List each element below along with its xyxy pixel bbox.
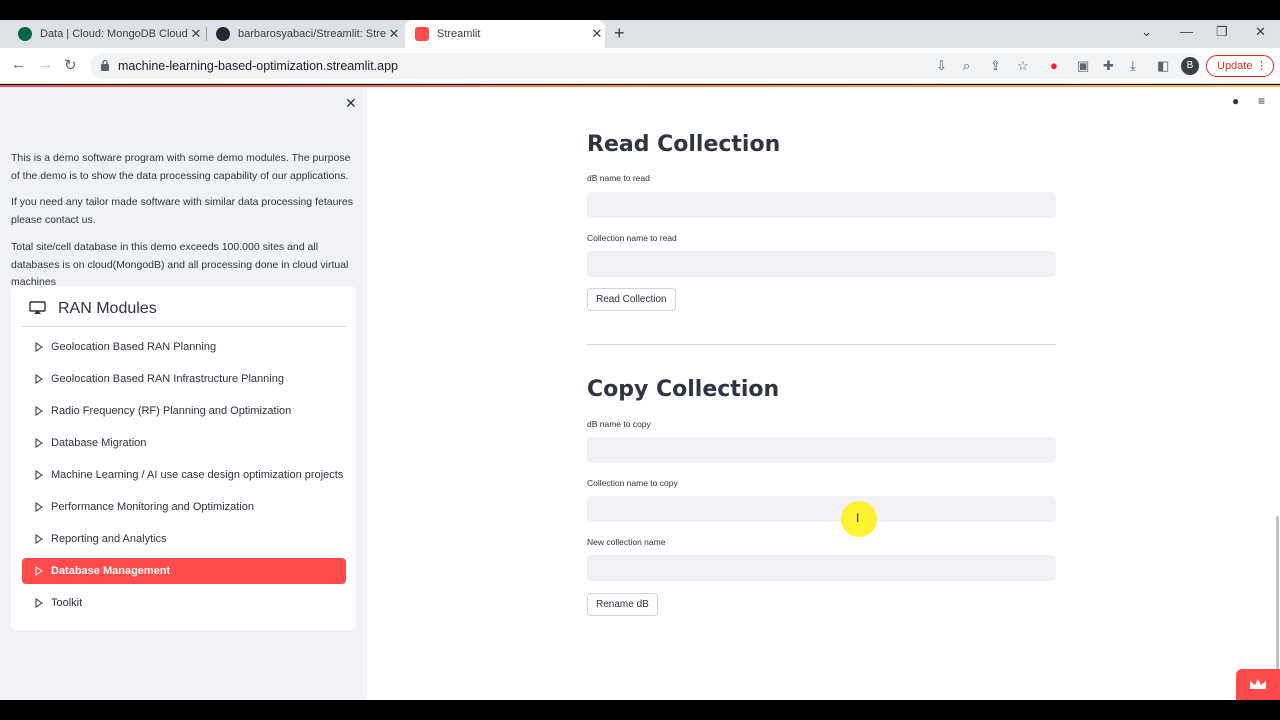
play-triangle-icon: [35, 502, 43, 512]
close-icon[interactable]: ✕: [188, 26, 204, 42]
text-cursor-icon: I: [856, 511, 860, 525]
menu-item-label: Database Management: [51, 565, 171, 577]
scrollbar-thumb[interactable]: [1276, 516, 1279, 671]
menu-item-geolocation-infrastructure[interactable]: Geolocation Based RAN Infrastructure Pla…: [22, 366, 346, 392]
read-collection-heading: Read Collection: [587, 132, 781, 157]
menu-item-reporting-analytics[interactable]: Reporting and Analytics: [22, 526, 346, 552]
play-triangle-icon: [35, 406, 43, 416]
browser-toolbar: ← → ↻ machine-learning-based-optimizatio…: [0, 48, 1280, 84]
restore-icon[interactable]: ❐: [1216, 24, 1228, 40]
play-triangle-icon: [35, 342, 43, 352]
menu-item-machine-learning[interactable]: Machine Learning / AI use case design op…: [22, 462, 346, 488]
play-triangle-icon: [35, 470, 43, 480]
menu-item-toolkit[interactable]: Toolkit: [22, 590, 346, 616]
tab-title: Streamlit: [437, 28, 481, 40]
menu-item-database-migration[interactable]: Database Migration: [22, 430, 346, 456]
sidebar-database-text: Total site/cell database in this demo ex…: [11, 241, 349, 288]
menu-item-label: Geolocation Based RAN Infrastructure Pla…: [51, 373, 284, 385]
ran-modules-menu: RAN Modules Geolocation Based RAN Planni…: [11, 286, 356, 630]
rename-db-button[interactable]: Rename dB: [587, 593, 658, 616]
play-triangle-icon: [35, 566, 43, 576]
back-icon[interactable]: ←: [11, 56, 26, 73]
collection-name-read-label: Collection name to read: [587, 233, 677, 243]
sidebar: ✕ This is a demo software program with s…: [0, 87, 367, 700]
play-triangle-icon: [35, 598, 43, 608]
streamlit-app: ✕ This is a demo software program with s…: [0, 85, 1280, 700]
hamburger-menu-icon[interactable]: ≡: [1258, 94, 1265, 108]
copy-collection-heading: Copy Collection: [587, 377, 780, 402]
db-name-copy-label: dB name to copy: [587, 419, 651, 429]
sidebar-intro-text: This is a demo software program with som…: [11, 152, 351, 182]
menu-item-label: Geolocation Based RAN Planning: [51, 341, 217, 353]
tab-github[interactable]: barbarosyabaci/Streamlit: Stream ✕: [206, 20, 402, 48]
tab-mongodb[interactable]: Data | Cloud: MongoDB Cloud ✕: [8, 20, 204, 48]
zoom-icon[interactable]: ⌕: [963, 58, 970, 74]
side-panel-icon[interactable]: ◧: [1157, 58, 1169, 74]
forward-icon[interactable]: →: [38, 56, 53, 73]
play-triangle-icon: [35, 374, 43, 384]
db-name-read-input[interactable]: [587, 192, 1056, 218]
minimize-icon[interactable]: —: [1180, 24, 1193, 39]
airplay-icon: [29, 301, 46, 314]
menu-item-database-management[interactable]: Database Management: [22, 558, 346, 584]
menu-item-label: Performance Monitoring and Optimization: [51, 501, 254, 513]
browser-tab-strip: Data | Cloud: MongoDB Cloud ✕ barbarosya…: [0, 20, 1280, 48]
crown-icon: [1250, 679, 1266, 689]
update-label: Update: [1217, 60, 1253, 72]
play-triangle-icon: [35, 438, 43, 448]
menu-divider: [22, 326, 346, 327]
close-icon[interactable]: ✕: [386, 26, 402, 42]
mongodb-leaf-icon: [18, 27, 32, 41]
menu-item-label: Radio Frequency (RF) Planning and Optimi…: [51, 405, 292, 417]
share-icon[interactable]: ⇪: [990, 58, 1001, 74]
new-tab-icon[interactable]: +: [614, 24, 625, 42]
screen-letterbox-bottom: [0, 700, 1280, 720]
menu-item-geolocation-ran-planning[interactable]: Geolocation Based RAN Planning: [22, 334, 346, 360]
install-app-icon[interactable]: ⇩: [936, 58, 947, 74]
menu-item-label: Machine Learning / AI use case design op…: [51, 469, 344, 481]
tab-streamlit[interactable]: Streamlit ✕: [405, 20, 605, 48]
play-triangle-icon: [35, 534, 43, 544]
window-close-icon[interactable]: ✕: [1255, 24, 1266, 40]
collection-name-copy-label: Collection name to copy: [587, 478, 678, 488]
opera-icon[interactable]: ●: [1050, 58, 1058, 73]
section-divider: [587, 344, 1056, 345]
collection-name-read-input[interactable]: [587, 251, 1056, 277]
collection-name-copy-input[interactable]: [587, 496, 1056, 522]
extensions-puzzle-icon[interactable]: ✚: [1103, 58, 1114, 74]
downloads-icon[interactable]: ⤓: [1130, 58, 1136, 74]
new-collection-name-label: New collection name: [587, 537, 666, 547]
menu-item-rf-planning[interactable]: Radio Frequency (RF) Planning and Optimi…: [22, 398, 346, 424]
sidebar-close-icon[interactable]: ✕: [345, 95, 357, 112]
reload-icon[interactable]: ↻: [64, 56, 77, 74]
menu-item-label: Database Migration: [51, 437, 147, 449]
streamlit-badge[interactable]: [1236, 669, 1280, 700]
read-collection-button[interactable]: Read Collection: [587, 288, 676, 311]
streamlit-crown-icon: [415, 27, 429, 41]
update-button[interactable]: Update ⋮: [1206, 55, 1274, 77]
tab-title: barbarosyabaci/Streamlit: Stream: [238, 28, 386, 40]
extension-app-icon[interactable]: ▣: [1077, 58, 1089, 74]
db-name-copy-input[interactable]: [587, 437, 1056, 463]
url-text[interactable]: machine-learning-based-optimization.stre…: [118, 59, 398, 73]
db-name-read-label: dB name to read: [587, 173, 650, 183]
menu-title: RAN Modules: [58, 300, 157, 317]
github-icon[interactable]: ●: [1232, 94, 1239, 108]
close-icon[interactable]: ✕: [589, 26, 605, 42]
menu-item-label: Reporting and Analytics: [51, 533, 167, 545]
screen-letterbox-top: [0, 0, 1280, 20]
more-vert-icon: ⋮: [1256, 60, 1267, 72]
sidebar-contact-text: If you need any tailor made software wit…: [11, 196, 354, 226]
tab-title: Data | Cloud: MongoDB Cloud: [40, 28, 188, 40]
menu-item-label: Toolkit: [51, 597, 83, 609]
new-collection-name-input[interactable]: [587, 555, 1056, 581]
tab-search-chevron-icon[interactable]: ⌄: [1141, 24, 1152, 40]
bookmark-star-icon[interactable]: ☆: [1017, 58, 1029, 74]
profile-avatar[interactable]: B: [1181, 57, 1199, 75]
lock-icon: [101, 59, 109, 71]
menu-item-performance-monitoring[interactable]: Performance Monitoring and Optimization: [22, 494, 346, 520]
github-icon: [216, 27, 230, 41]
